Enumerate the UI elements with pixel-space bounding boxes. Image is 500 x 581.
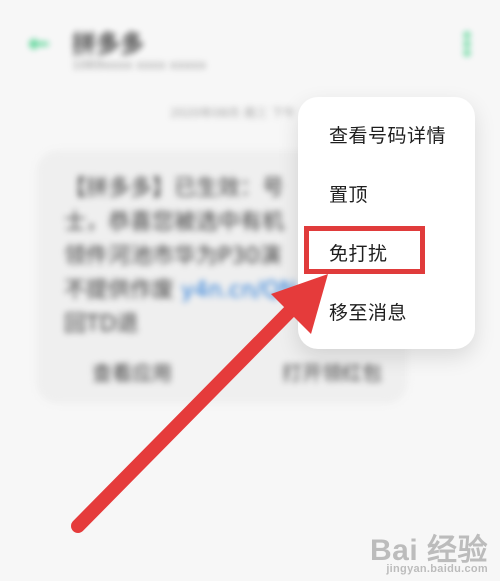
message-actions: 查看应用 打开领红包 — [92, 357, 382, 386]
contact-name: 拼多多 — [72, 30, 144, 58]
menu-item-move-to-messages[interactable]: 移至消息 — [329, 298, 407, 325]
message-line-text: 不提供作废 — [64, 278, 175, 303]
menu-item-view-number-details[interactable]: 查看号码详情 — [329, 121, 446, 148]
highlight-box — [304, 226, 425, 274]
message-timestamp: 2020年08月 周三 下午 — [170, 106, 296, 120]
watermark-site: jingyan.baidu.com — [386, 563, 488, 575]
menu-item-pin-top[interactable]: 置顶 — [329, 180, 368, 207]
baidu-jingyan-watermark: Bai 经验 jingyan.baidu.com — [369, 534, 488, 576]
context-menu: 查看号码详情 置顶 免打扰 移至消息 — [298, 97, 475, 349]
back-arrow-icon[interactable]: ← — [28, 31, 54, 57]
message-link[interactable]: y4n.cn/QN — [181, 278, 296, 303]
view-app-button[interactable]: 查看应用 — [92, 357, 172, 386]
contact-subtitle: 1069xxxx xxxx xxxxx — [72, 58, 207, 72]
open-red-packet-button[interactable]: 打开领红包 — [282, 357, 382, 386]
more-options-icon[interactable] — [462, 32, 472, 60]
watermark-brand: Bai 经验 — [369, 534, 488, 567]
